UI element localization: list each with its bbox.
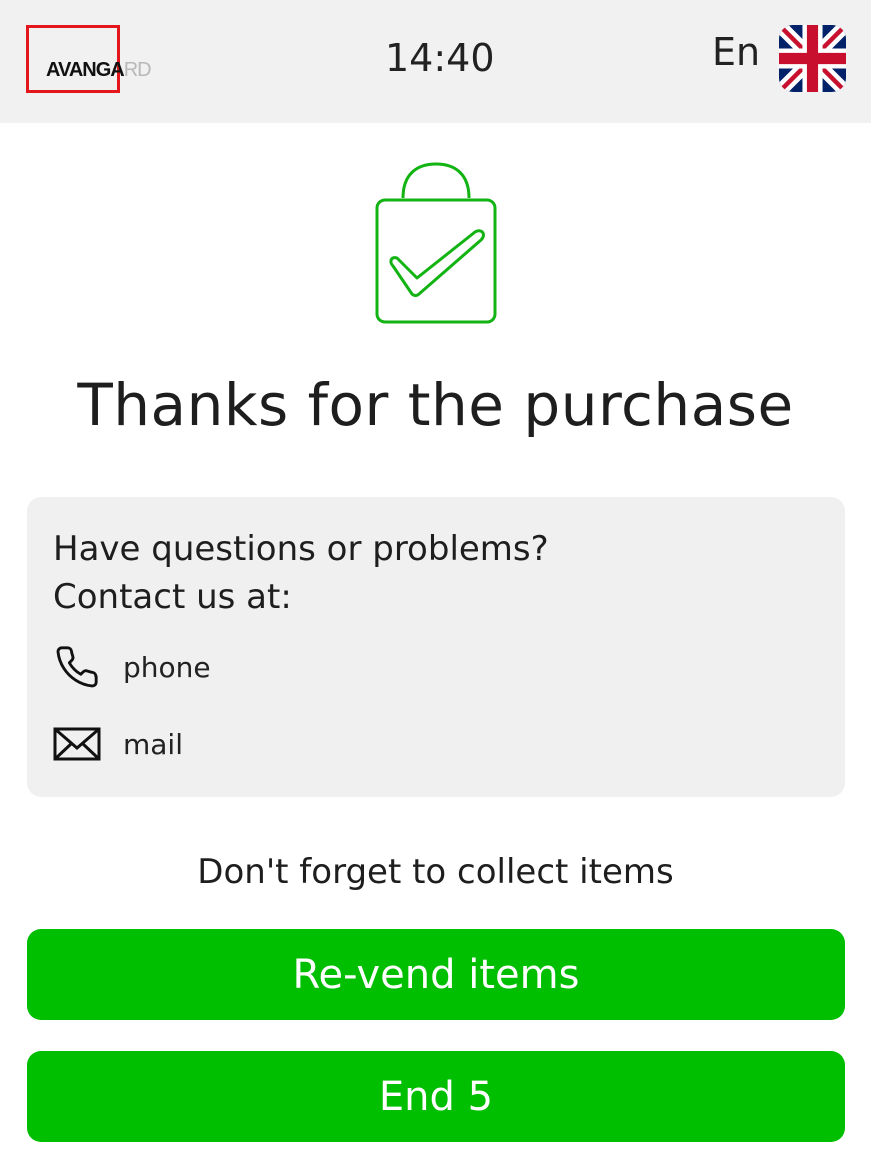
language-label[interactable]: En bbox=[712, 30, 760, 74]
shopping-bag-check-icon bbox=[373, 160, 499, 328]
logo-text: AVANGARD bbox=[46, 59, 152, 81]
contact-heading-line2: Contact us at: bbox=[53, 577, 292, 617]
mail-contact[interactable]: mail bbox=[53, 719, 183, 769]
end-button[interactable]: End 5 bbox=[27, 1051, 845, 1142]
contact-heading-line1: Have questions or problems? bbox=[53, 529, 549, 569]
revend-items-button[interactable]: Re-vend items bbox=[27, 929, 845, 1020]
avangard-logo: AVANGARD bbox=[26, 25, 152, 93]
top-bar: AVANGARD 14:40 En bbox=[0, 0, 871, 123]
mail-label: mail bbox=[123, 727, 183, 761]
mail-icon bbox=[53, 720, 101, 768]
collect-items-reminder: Don't forget to collect items bbox=[197, 852, 674, 892]
contact-heading: Have questions or problems? Contact us a… bbox=[53, 525, 549, 621]
phone-icon bbox=[53, 643, 101, 691]
page-title: Thanks for the purchase bbox=[77, 371, 794, 439]
phone-contact[interactable]: phone bbox=[53, 642, 211, 692]
phone-label: phone bbox=[123, 650, 211, 684]
uk-flag-icon[interactable] bbox=[779, 25, 846, 92]
clock: 14:40 bbox=[385, 36, 495, 80]
contact-panel: Have questions or problems? Contact us a… bbox=[27, 497, 845, 797]
